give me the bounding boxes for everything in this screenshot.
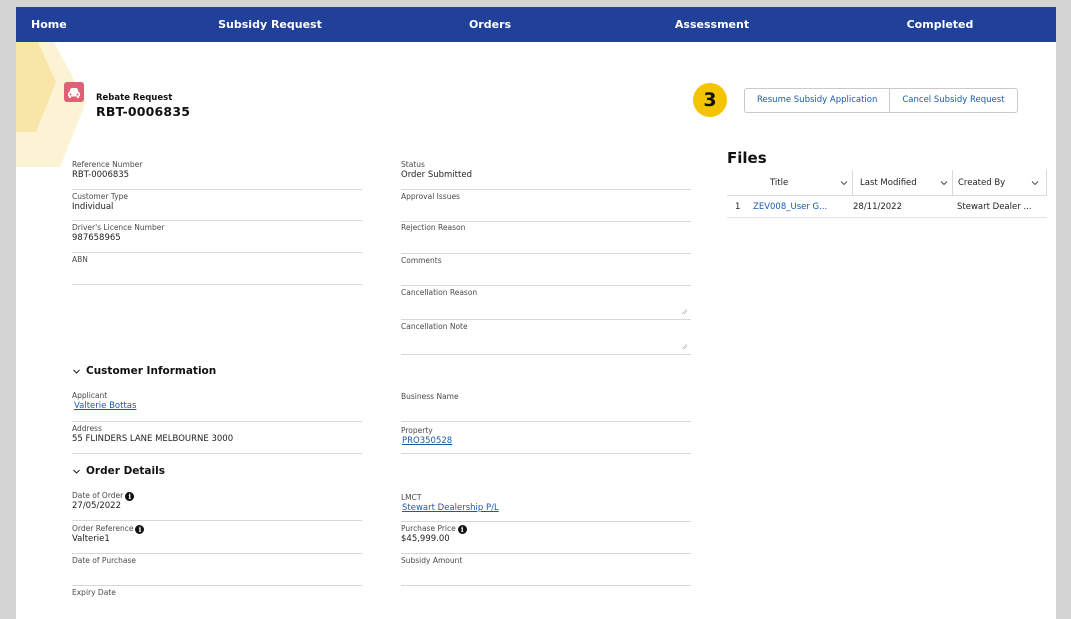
- file-last-modified: 28/11/2022: [853, 202, 902, 212]
- field-label: LMCT: [401, 493, 422, 502]
- field-label-text: Order Reference: [72, 524, 134, 533]
- files-table: Title Last Modified Created By 1 ZEV008_…: [727, 170, 1047, 218]
- field-customer-type: Customer Type Individual: [72, 192, 362, 221]
- file-title-link[interactable]: ZEV008_User G...: [753, 196, 847, 218]
- field-applicant: Applicant Valterie Bottas: [72, 391, 362, 422]
- field-label: Cancellation Reason: [401, 288, 478, 297]
- column-header-created-by[interactable]: Created By: [958, 170, 1005, 196]
- nav-orders[interactable]: Orders: [469, 7, 511, 42]
- field-label: Business Name: [401, 392, 459, 401]
- record-name: RBT-0006835: [96, 104, 191, 119]
- decorative-shape: [16, 42, 86, 167]
- car-icon: [64, 82, 84, 102]
- property-link[interactable]: PRO350528: [401, 436, 691, 447]
- row-number: 1: [735, 202, 741, 212]
- chevron-down-icon[interactable]: [940, 179, 948, 187]
- field-comments: Comments: [401, 256, 691, 286]
- section-title: Order Details: [86, 465, 165, 477]
- field-rejection-reason: Rejection Reason: [401, 223, 691, 254]
- field-label: Comments: [401, 256, 442, 265]
- field-label: Approval Issues: [401, 192, 460, 201]
- field-label-text: Date of Order: [72, 491, 124, 500]
- column-header-title[interactable]: Title: [770, 170, 788, 196]
- field-label: Date of Purchase: [72, 556, 136, 565]
- field-label: Address: [72, 424, 102, 433]
- field-lmct: LMCT Stewart Dealership P/L: [401, 491, 691, 522]
- section-title: Customer Information: [86, 365, 217, 377]
- column-header-last-modified[interactable]: Last Modified: [860, 170, 917, 196]
- field-label: Order Reference i: [72, 524, 362, 534]
- field-subsidy-amount: Subsidy Amount: [401, 556, 691, 586]
- field-label: Property: [401, 426, 433, 435]
- info-icon[interactable]: i: [125, 491, 135, 501]
- field-value: 987658965: [72, 233, 121, 243]
- field-value: 27/05/2022: [72, 501, 121, 511]
- field-property: Property PRO350528: [401, 424, 691, 454]
- field-label: ABN: [72, 255, 88, 264]
- chevron-down-icon: [73, 369, 80, 374]
- app-frame: Home Subsidy Request Orders Assessment C…: [16, 7, 1056, 619]
- file-created-by: Stewart Dealer ...: [957, 202, 1032, 212]
- field-approval-issues: Approval Issues: [401, 192, 691, 222]
- field-drivers-licence: Driver's Licence Number 987658965: [72, 223, 362, 253]
- field-purchase-price: Purchase Price i $45,999.00: [401, 524, 691, 554]
- resize-handle-icon[interactable]: [681, 343, 688, 350]
- field-value: Order Submitted: [401, 170, 472, 180]
- field-label: Reference Number: [72, 160, 143, 169]
- field-label-text: Purchase Price: [401, 524, 456, 533]
- field-value: Valterie1: [72, 534, 110, 544]
- info-icon[interactable]: i: [135, 524, 145, 534]
- column-divider[interactable]: [952, 170, 953, 196]
- field-value: $45,999.00: [401, 534, 450, 544]
- column-divider: [1046, 170, 1047, 196]
- field-order-reference: Order Reference i Valterie1: [72, 524, 362, 554]
- field-label: Customer Type: [72, 192, 129, 201]
- info-icon[interactable]: i: [457, 524, 467, 534]
- field-label: Subsidy Amount: [401, 556, 463, 565]
- chevron-down-icon: [73, 469, 80, 474]
- field-label: Purchase Price i: [401, 524, 691, 534]
- field-value: 55 FLINDERS LANE MELBOURNE 3000: [72, 434, 234, 444]
- column-divider[interactable]: [852, 170, 853, 196]
- nav-home[interactable]: Home: [31, 7, 67, 42]
- action-button-group: Resume Subsidy Application Cancel Subsid…: [744, 88, 1018, 113]
- files-title: Files: [727, 149, 767, 167]
- field-label: Expiry Date: [72, 588, 116, 597]
- lmct-link[interactable]: Stewart Dealership P/L: [401, 503, 691, 514]
- field-business-name: Business Name: [401, 391, 691, 422]
- field-date-of-order: Date of Order i 27/05/2022: [72, 491, 362, 521]
- nav-subsidy-request[interactable]: Subsidy Request: [218, 7, 322, 42]
- field-label: Driver's Licence Number: [72, 223, 165, 232]
- section-order-details[interactable]: Order Details: [72, 465, 165, 477]
- field-label: Applicant: [72, 391, 108, 400]
- field-value: Individual: [72, 202, 114, 212]
- field-expiry-date: Expiry Date: [72, 588, 362, 616]
- cancel-subsidy-request-button[interactable]: Cancel Subsidy Request: [889, 89, 1016, 112]
- applicant-link[interactable]: Valterie Bottas: [72, 401, 362, 412]
- resize-handle-icon[interactable]: [681, 308, 688, 315]
- field-label: Rejection Reason: [401, 223, 466, 232]
- files-table-header: Title Last Modified Created By: [727, 170, 1047, 196]
- nav-completed[interactable]: Completed: [907, 7, 974, 42]
- field-cancellation-reason[interactable]: Cancellation Reason: [401, 288, 691, 320]
- chevron-down-icon[interactable]: [1031, 179, 1039, 187]
- field-value: RBT-0006835: [72, 170, 130, 180]
- field-date-of-purchase: Date of Purchase: [72, 556, 362, 586]
- chevron-down-icon[interactable]: [840, 179, 848, 187]
- nav-assessment[interactable]: Assessment: [675, 7, 749, 42]
- section-customer-information[interactable]: Customer Information: [72, 365, 216, 377]
- step-badge: 3: [693, 83, 727, 117]
- field-label: Status: [401, 160, 425, 169]
- field-abn: ABN: [72, 255, 362, 285]
- field-cancellation-note[interactable]: Cancellation Note: [401, 322, 691, 355]
- field-label: Date of Order i: [72, 491, 362, 501]
- resume-subsidy-application-button[interactable]: Resume Subsidy Application: [745, 89, 889, 112]
- table-row: 1 ZEV008_User G... 28/11/2022 Stewart De…: [727, 196, 1047, 218]
- field-label: Cancellation Note: [401, 322, 468, 331]
- record-type-label: Rebate Request: [96, 93, 173, 103]
- field-address: Address 55 FLINDERS LANE MELBOURNE 3000: [72, 424, 362, 454]
- field-status: Status Order Submitted: [401, 160, 691, 190]
- field-reference-number: Reference Number RBT-0006835: [72, 160, 362, 190]
- top-nav: Home Subsidy Request Orders Assessment C…: [16, 7, 1056, 42]
